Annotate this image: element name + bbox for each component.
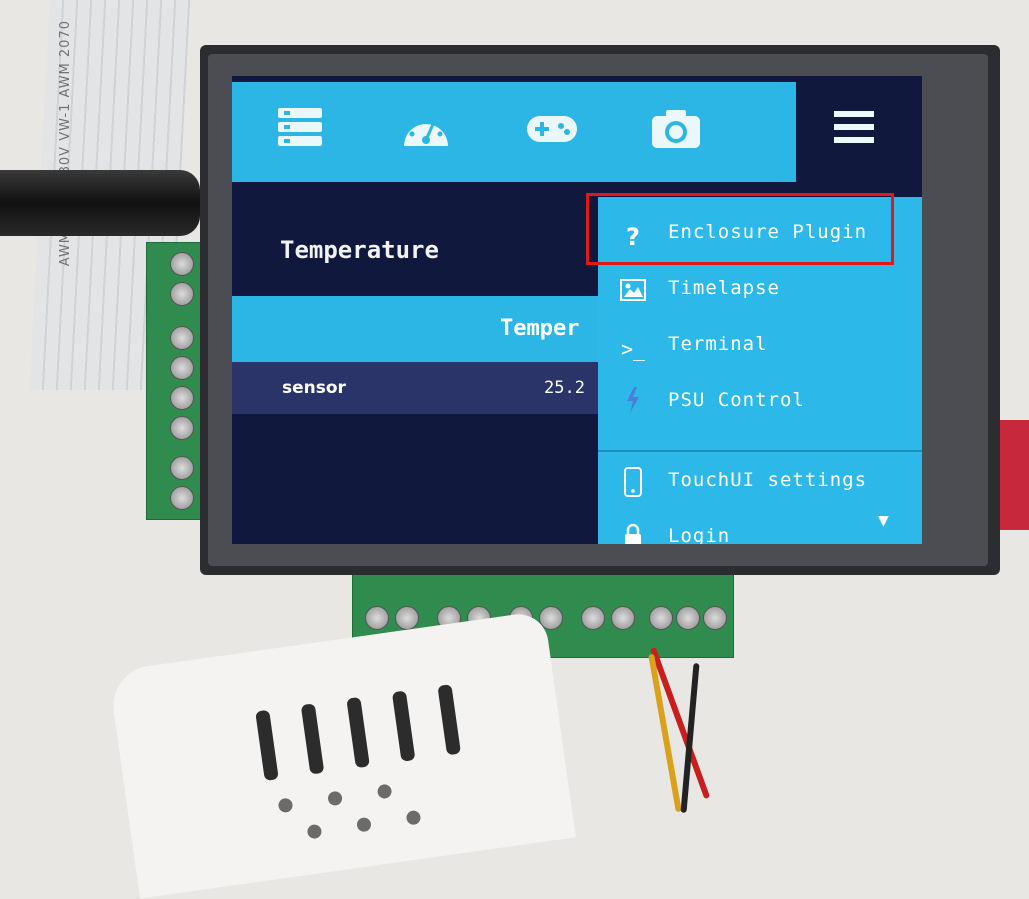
terminal-screw <box>395 606 419 630</box>
sensor-value: 25.2 <box>544 378 585 398</box>
sensor-hole <box>306 823 323 840</box>
dashboard-gauge-icon[interactable] <box>396 106 456 156</box>
menu-item-label: TouchUI settings <box>668 469 868 491</box>
sensor-slot <box>300 703 325 775</box>
menu-item-terminal[interactable]: >_ Terminal <box>598 321 922 377</box>
sensor-hole <box>376 783 393 800</box>
sensor-label: sensor <box>282 378 346 398</box>
menu-item-psu-control[interactable]: PSU Control <box>598 377 922 433</box>
terminal-screw <box>170 486 194 510</box>
sensor-hole <box>277 797 294 814</box>
terminal-screw <box>170 356 194 380</box>
terminal-screw <box>170 326 194 350</box>
sensor-slot <box>437 684 462 756</box>
terminal-screw <box>170 252 194 276</box>
sensor-hole <box>356 816 372 833</box>
highlight-box <box>586 193 894 265</box>
terminal-screw <box>170 282 194 306</box>
menu-item-label: Timelapse <box>668 277 780 299</box>
sensor-hole <box>327 790 343 807</box>
menu-item-label: PSU Control <box>668 389 805 411</box>
menu-divider <box>598 450 922 452</box>
menu-item-label: Terminal <box>668 333 768 355</box>
power-cable <box>0 170 200 236</box>
terminal-icon: >_ <box>620 337 646 361</box>
terminal-screw <box>703 606 727 630</box>
terminal-screw <box>649 606 673 630</box>
sensor-slot <box>255 709 279 781</box>
red-object <box>1000 420 1029 530</box>
terminal-screw <box>676 606 700 630</box>
terminal-screw <box>365 606 389 630</box>
image-icon <box>618 275 648 311</box>
hamburger-menu-icon[interactable] <box>824 106 884 156</box>
section-header-text: Temper <box>500 316 580 341</box>
terminal-screw <box>581 606 605 630</box>
lightning-icon <box>618 387 648 423</box>
lock-icon <box>618 523 648 544</box>
terminal-screw <box>170 456 194 480</box>
phone-icon <box>618 467 648 503</box>
files-icon[interactable] <box>270 106 330 156</box>
sensor-hole <box>405 809 422 826</box>
menu-item-timelapse[interactable]: Timelapse <box>598 265 922 321</box>
terminal-screw <box>170 416 194 440</box>
terminal-screw <box>170 386 194 410</box>
touchscreen: Temperature Temper sensor 25.2 ? Enclosu… <box>232 76 922 544</box>
menu-item-touchui-settings[interactable]: TouchUI settings <box>598 457 922 513</box>
sensor-slot <box>346 696 370 769</box>
page-title: Temperature <box>280 236 439 264</box>
wire-red <box>649 646 711 800</box>
menu-item-login[interactable]: Login <box>598 513 922 544</box>
scroll-down-arrow-icon[interactable]: ▼ <box>878 513 889 529</box>
terminal-screw <box>611 606 635 630</box>
sensor-slot <box>391 690 416 762</box>
camera-icon[interactable] <box>646 106 706 156</box>
humidity-sensor <box>108 610 576 899</box>
gamepad-icon[interactable] <box>522 106 582 156</box>
menu-item-label: Login <box>668 525 731 544</box>
